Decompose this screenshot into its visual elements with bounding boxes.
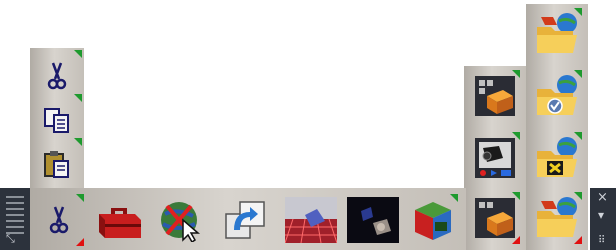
folder-check-button[interactable] bbox=[530, 68, 584, 124]
dropdown-button[interactable]: ▾ bbox=[598, 208, 604, 222]
folder-x-button[interactable] bbox=[530, 130, 584, 186]
close-button[interactable]: × bbox=[597, 190, 608, 205]
paste-button[interactable] bbox=[30, 136, 84, 192]
toolbox-button[interactable] bbox=[92, 192, 146, 248]
toolbar-grip[interactable]: ⤡ bbox=[0, 188, 30, 250]
video-camera-icon bbox=[475, 138, 515, 178]
folder-check-icon bbox=[537, 75, 577, 115]
folder-globe-button-bottom[interactable] bbox=[530, 190, 584, 246]
folder-globe-button-top[interactable] bbox=[530, 6, 584, 62]
toolbox-icon bbox=[99, 208, 141, 238]
grip-dots-icon: ⠿ bbox=[598, 235, 606, 246]
folder-box-button-a[interactable] bbox=[468, 190, 522, 246]
video-capture-button[interactable] bbox=[468, 130, 522, 186]
scissors-icon bbox=[49, 206, 69, 234]
3d-grid-icon bbox=[285, 197, 337, 243]
folder-x-icon bbox=[537, 137, 577, 177]
shortcut-arrow-icon bbox=[225, 201, 265, 239]
toolbar-controls: × ▾ ⠿ bbox=[590, 188, 616, 250]
folder-globe-icon bbox=[537, 197, 577, 237]
windows-box-icon bbox=[475, 76, 515, 116]
dark-photo-button[interactable] bbox=[344, 192, 402, 248]
cube-icon bbox=[415, 202, 451, 240]
folder-box-icon bbox=[475, 198, 515, 238]
globe-cursor-button[interactable] bbox=[154, 192, 208, 248]
scissors-icon bbox=[47, 62, 67, 90]
folder-globe-icon bbox=[537, 13, 577, 53]
shortcut-button[interactable] bbox=[218, 192, 272, 248]
globe-cursor-icon bbox=[161, 202, 201, 242]
cube-button[interactable] bbox=[406, 192, 460, 248]
paste-icon bbox=[44, 151, 69, 178]
resize-icon: ⤡ bbox=[6, 232, 15, 245]
3d-grid-button[interactable] bbox=[282, 192, 340, 248]
copy-icon bbox=[44, 108, 69, 133]
cut-button-bar[interactable] bbox=[32, 192, 86, 248]
dark-photo-icon bbox=[347, 197, 399, 243]
windows-box-button[interactable] bbox=[468, 68, 522, 124]
